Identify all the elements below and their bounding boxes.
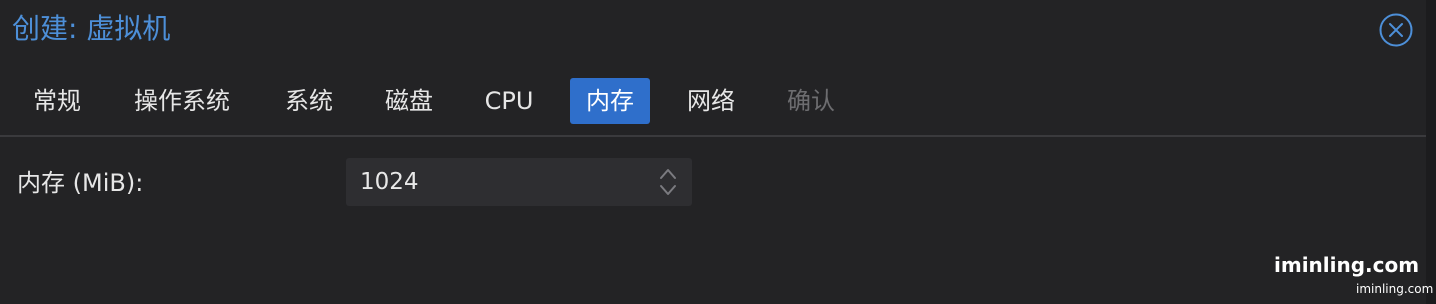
window-edge bbox=[1426, 0, 1436, 304]
tab-cpu[interactable]: CPU bbox=[470, 78, 548, 124]
watermark-small: iminling.com bbox=[1356, 282, 1434, 296]
wizard-tabs: 常规 操作系统 系统 磁盘 CPU 内存 网络 确认 bbox=[0, 78, 1436, 126]
tab-general[interactable]: 常规 bbox=[18, 78, 96, 124]
memory-spinner[interactable] bbox=[346, 158, 692, 206]
tab-system[interactable]: 系统 bbox=[270, 78, 348, 124]
close-icon bbox=[1379, 13, 1413, 47]
title-bar: 创建: 虚拟机 bbox=[0, 0, 1436, 62]
tab-os[interactable]: 操作系统 bbox=[120, 78, 244, 124]
tab-divider bbox=[0, 135, 1426, 137]
up-down-chevron-icon bbox=[660, 169, 676, 195]
dialog-title: 创建: 虚拟机 bbox=[12, 12, 171, 45]
tab-network[interactable]: 网络 bbox=[672, 78, 750, 124]
close-button[interactable] bbox=[1378, 12, 1414, 48]
memory-input[interactable] bbox=[360, 158, 650, 206]
memory-label: 内存 (MiB): bbox=[17, 169, 144, 197]
tab-disk[interactable]: 磁盘 bbox=[370, 78, 448, 124]
tab-confirm: 确认 bbox=[787, 87, 835, 115]
tab-memory[interactable]: 内存 bbox=[570, 78, 650, 124]
watermark-large: iminling.com bbox=[1274, 253, 1420, 277]
create-vm-dialog: 创建: 虚拟机 常规 操作系统 系统 磁盘 CPU 内存 网络 确认 内存 (M… bbox=[0, 0, 1436, 304]
spinner-arrows[interactable] bbox=[658, 166, 678, 198]
